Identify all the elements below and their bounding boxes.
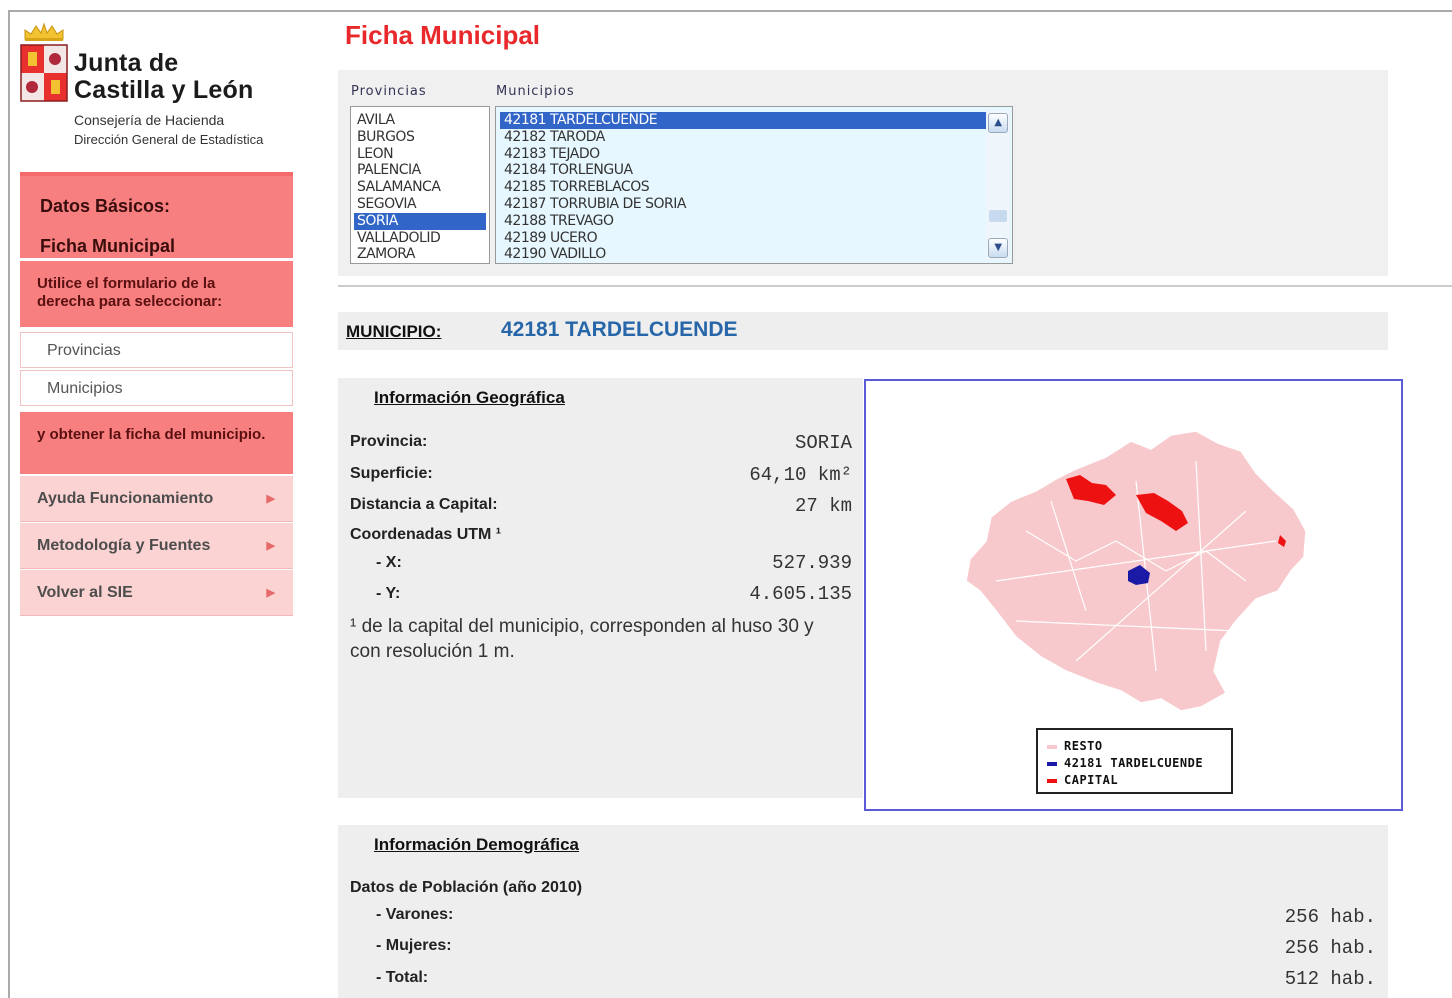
provincia-field-value: SORIA: [794, 432, 852, 454]
provincias-label: Provincias: [351, 84, 427, 99]
coordenadas-label: Coordenadas UTM ¹: [350, 526, 502, 543]
municipio-option[interactable]: 42183 TEJADO: [500, 146, 986, 163]
coordinates-footnote: ¹ de la capital del municipio, correspon…: [350, 616, 814, 662]
coord-x-value: 527.939: [772, 552, 852, 574]
coord-x-label: - X:: [376, 554, 402, 571]
demo-section-title: Información Demográfica: [374, 835, 579, 854]
population-label: Datos de Población (año 2010): [350, 879, 583, 896]
legend-label: 42181 TARDELCUENDE: [1064, 756, 1204, 770]
geo-section-title: Información Geográfica: [374, 388, 565, 407]
municipio-option[interactable]: 42187 TORRUBIA DE SORIA: [500, 196, 986, 213]
legend-item: CAPITAL: [1046, 772, 1231, 789]
scroll-down-icon[interactable]: ▼: [988, 238, 1008, 258]
chevron-right-icon: ▶: [266, 587, 275, 599]
legend-swatch-municipio: [1047, 762, 1057, 766]
superficie-field-value: 64,10 km²: [749, 464, 852, 486]
legend-item: RESTO: [1046, 738, 1231, 755]
varones-value: 256 hab.: [1284, 906, 1376, 928]
distancia-field-label: Distancia a Capital:: [350, 496, 498, 513]
sidebar-item-ayuda[interactable]: Ayuda Funcionamiento ▶: [20, 476, 293, 522]
sidebar-item-metodologia[interactable]: Metodología y Fuentes ▶: [20, 523, 293, 569]
distancia-field-value: 27 km: [794, 495, 852, 517]
sidebar-basic-title: Datos Básicos:: [40, 196, 171, 216]
sidebar-help-text-1: Utilice el formulario de la derecha para…: [20, 261, 293, 327]
sidebar-item-volver[interactable]: Volver al SIE ▶: [20, 570, 293, 616]
provincia-field-label: Provincia:: [350, 433, 428, 450]
varones-label: - Varones:: [376, 906, 454, 923]
org-name-line2: Castilla y León: [74, 76, 254, 104]
provincias-listbox[interactable]: AVILA BURGOS LEON PALENCIA SALAMANCA SEG…: [350, 106, 490, 264]
sidebar-item-label: Metodología y Fuentes: [37, 537, 211, 554]
municipios-label: Municipios: [496, 84, 575, 99]
page-title: Ficha Municipal: [345, 20, 541, 50]
total-label: - Total:: [376, 969, 429, 986]
window-left-border: [8, 10, 10, 998]
sidebar-item-label: Ayuda Funcionamiento: [37, 490, 214, 507]
municipio-option[interactable]: 42185 TORREBLACOS: [500, 179, 986, 196]
municipio-option[interactable]: 42188 TREVAGO: [500, 213, 986, 230]
provincia-option[interactable]: SALAMANCA: [354, 179, 486, 196]
coat-of-arms-icon: [20, 44, 68, 102]
municipios-listbox[interactable]: 42181 TARDELCUENDE 42182 TARODA 42183 TE…: [495, 106, 1013, 264]
municipio-label: MUNICIPIO:: [346, 322, 442, 341]
mujeres-label: - Mujeres:: [376, 937, 452, 954]
scroll-up-icon[interactable]: ▲: [988, 113, 1008, 133]
superficie-field-label: Superficie:: [350, 465, 433, 482]
legend-swatch-resto: [1047, 745, 1057, 749]
municipio-name: 42181 TARDELCUENDE: [501, 318, 738, 341]
sidebar-item-label: Volver al SIE: [37, 584, 133, 601]
provincia-option[interactable]: VALLADOLID: [354, 230, 486, 247]
sidebar-help-text-2: y obtener la ficha del municipio.: [20, 412, 293, 474]
org-name-line1: Junta de: [74, 49, 179, 77]
org-department: Consejería de Hacienda: [74, 112, 225, 128]
sidebar-link-provincias[interactable]: Provincias: [20, 332, 293, 368]
window-top-border: [8, 10, 1452, 12]
scrollbar-thumb[interactable]: [989, 210, 1007, 222]
municipio-header-bar: [338, 312, 1388, 350]
section-divider: [338, 285, 1452, 287]
legend-label: CAPITAL: [1064, 773, 1119, 787]
provincia-option[interactable]: ZAMORA: [354, 246, 486, 263]
municipios-scrollbar[interactable]: ▲ ▼: [986, 110, 1010, 260]
legend-label: RESTO: [1064, 739, 1103, 753]
org-directorate: Dirección General de Estadística: [74, 132, 264, 147]
sidebar-link-municipios[interactable]: Municipios: [20, 370, 293, 406]
provincia-option[interactable]: PALENCIA: [354, 162, 486, 179]
legend-swatch-capital: [1047, 779, 1057, 783]
mujeres-value: 256 hab.: [1284, 937, 1376, 959]
coord-y-value: 4.605.135: [749, 583, 852, 605]
junta-logo[interactable]: Junta de Castilla y León Consejería de H…: [18, 20, 308, 160]
coord-y-label: - Y:: [376, 585, 401, 602]
municipio-option[interactable]: 42189 UCERO: [500, 230, 986, 247]
map-legend: RESTO 42181 TARDELCUENDE CAPITAL: [1036, 728, 1233, 794]
total-value: 512 hab.: [1284, 968, 1376, 990]
municipio-option[interactable]: 42182 TARODA: [500, 129, 986, 146]
chevron-right-icon: ▶: [266, 493, 275, 505]
municipio-option-selected[interactable]: 42181 TARDELCUENDE: [500, 112, 986, 129]
municipio-map: RESTO 42181 TARDELCUENDE CAPITAL: [864, 379, 1403, 811]
sidebar-basic-data: Datos Básicos: Ficha Municipal: [20, 172, 293, 258]
municipio-option[interactable]: 42190 VADILLO: [500, 246, 986, 263]
chevron-right-icon: ▶: [266, 540, 275, 552]
soria-province-map: [965, 430, 1307, 712]
municipio-option[interactable]: 42184 TORLENGUA: [500, 162, 986, 179]
legend-item: 42181 TARDELCUENDE: [1046, 755, 1231, 772]
provincia-option[interactable]: BURGOS: [354, 129, 486, 146]
provincia-option[interactable]: LEON: [354, 146, 486, 163]
provincia-option[interactable]: SEGOVIA: [354, 196, 486, 213]
provincia-option-selected[interactable]: SORIA: [354, 212, 486, 230]
crown-icon: [24, 22, 64, 41]
provincia-option[interactable]: AVILA: [354, 112, 486, 129]
